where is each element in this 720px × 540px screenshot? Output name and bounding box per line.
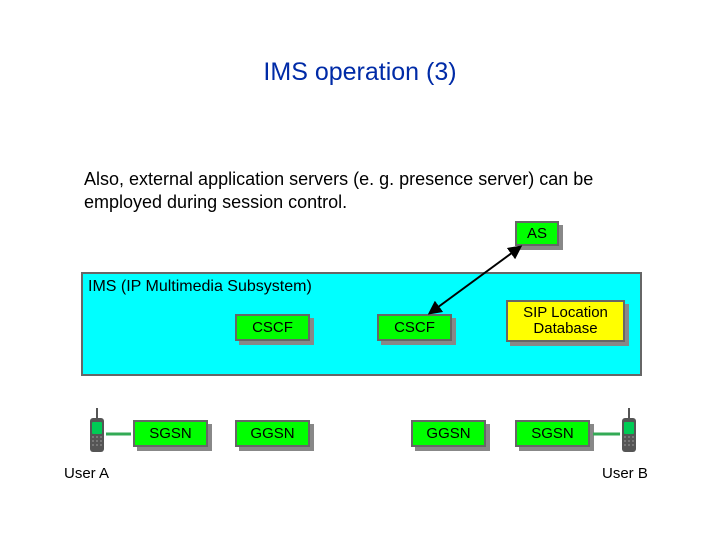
node-sgsn-right: SGSN: [515, 420, 590, 447]
sip-db-line2: Database: [533, 321, 597, 338]
node-ggsn-left: GGSN: [235, 420, 310, 447]
node-as: AS: [515, 221, 559, 246]
node-sgsn-left: SGSN: [133, 420, 208, 447]
user-b-label: User B: [602, 465, 648, 482]
ims-container-label: IMS (IP Multimedia Subsystem): [88, 278, 312, 296]
slide: IMS operation (3) Also, external applica…: [0, 0, 720, 540]
node-cscf-left: CSCF: [235, 314, 310, 341]
node-sip-location-db: SIP Location Database: [506, 300, 625, 342]
user-a-label: User A: [64, 465, 109, 482]
phone-icon-left: [90, 418, 104, 452]
phone-icon-right: [622, 418, 636, 452]
sip-db-line1: SIP Location: [523, 305, 608, 322]
body-text: Also, external application servers (e. g…: [84, 168, 644, 213]
slide-title: IMS operation (3): [0, 58, 720, 87]
node-ggsn-right: GGSN: [411, 420, 486, 447]
node-cscf-right: CSCF: [377, 314, 452, 341]
